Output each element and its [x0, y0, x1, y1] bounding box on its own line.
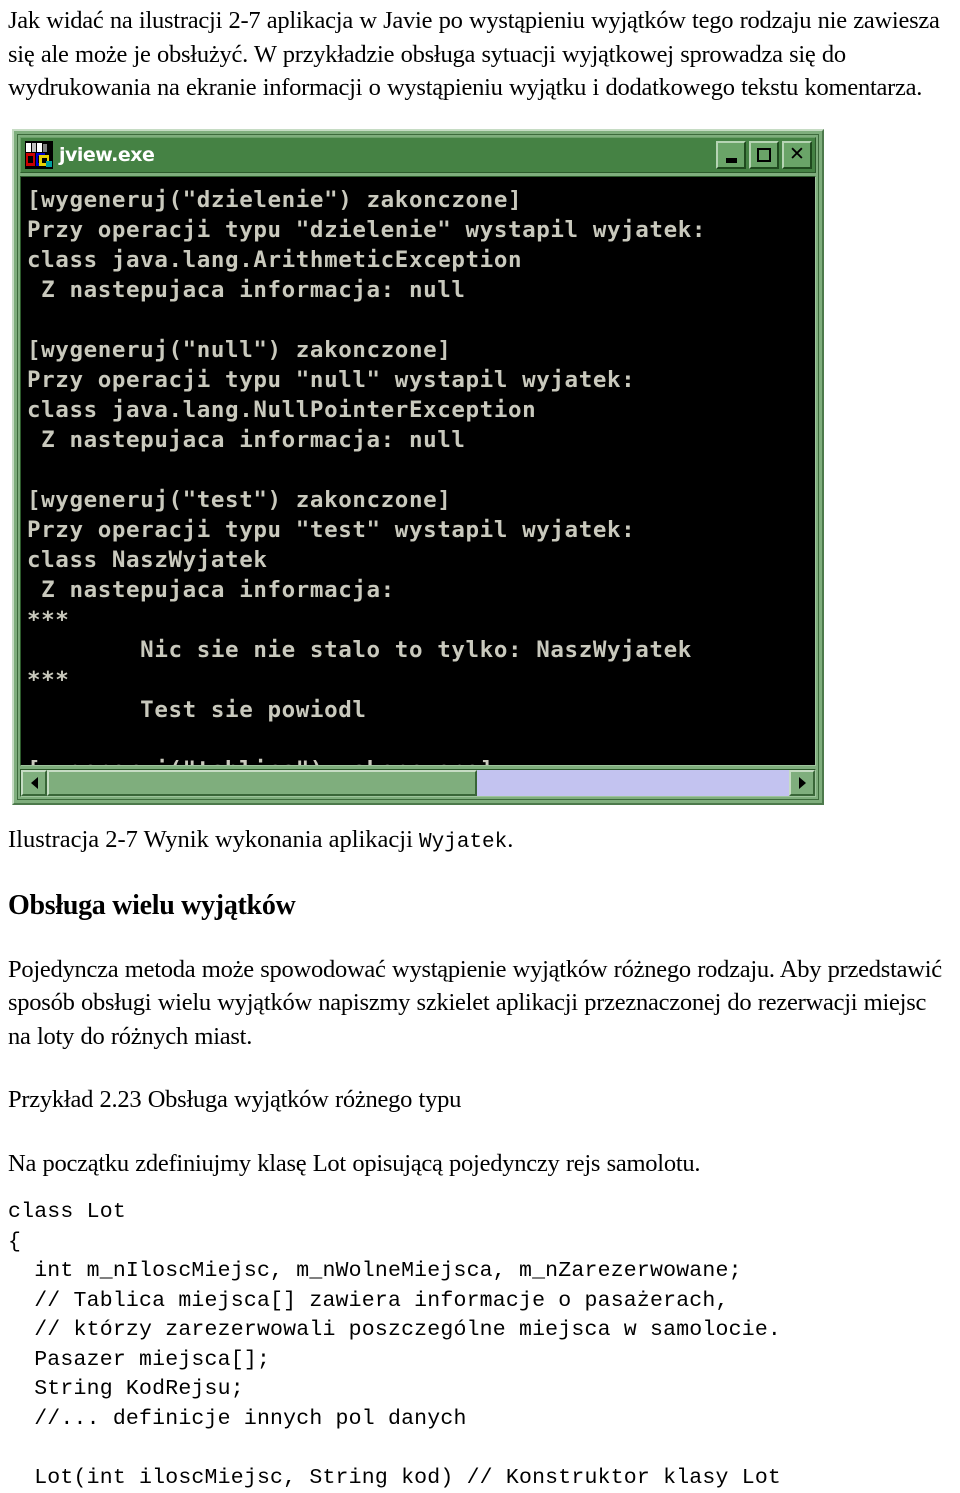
console-screen[interactable]: [wygeneruj("dzielenie") zakonczone] Przy…: [20, 175, 816, 766]
console-output-text: [wygeneruj("dzielenie") zakonczone] Przy…: [27, 186, 707, 765]
scroll-track[interactable]: [47, 769, 789, 796]
maximize-icon: [757, 147, 771, 162]
close-icon: ✕: [789, 143, 805, 165]
scroll-left-arrow-icon: [30, 776, 38, 789]
section-heading: Obsługa wielu wyjątków: [8, 889, 296, 921]
minimize-icon: [725, 157, 737, 163]
scroll-left-button[interactable]: [21, 769, 47, 796]
horizontal-scrollbar[interactable]: [20, 768, 816, 797]
horizontal-scroll-thumb[interactable]: [47, 769, 478, 796]
example-heading: Przykład 2.23 Obsługa wyjątków różnego t…: [8, 1086, 462, 1113]
intro-paragraph: Jak widać na ilustracji 2-7 aplikacja w …: [8, 7, 940, 101]
console-titlebar[interactable]: jview.exe ✕: [20, 136, 816, 173]
code-block: class Lot { int m_nIloscMiejsc, m_nWolne…: [8, 1200, 782, 1490]
console-window-inner: jview.exe ✕ [wygeneruj("dzielenie") zako…: [17, 133, 819, 800]
minimize-button[interactable]: [716, 140, 746, 169]
scroll-right-button[interactable]: [789, 769, 815, 796]
figure-caption: Ilustracja 2-7 Wynik wykonania aplikacji…: [8, 823, 946, 859]
ms-dos-app-icon: [25, 140, 53, 169]
document-page: Jak widać na ilustracji 2-7 aplikacja w …: [0, 0, 960, 1490]
figure-caption-suffix: .: [507, 825, 514, 853]
body-paragraph: Pojedyncza metoda może spowodować wystąp…: [8, 955, 942, 1050]
figure-caption-prefix: Ilustracja 2-7 Wynik wykonania aplikacji: [8, 825, 420, 853]
lead-in-paragraph: Na początku zdefiniujmy klasę Lot opisuj…: [8, 1149, 701, 1177]
maximize-button[interactable]: [749, 140, 779, 169]
scroll-right-arrow-icon: [798, 776, 806, 789]
window-controls: ✕: [716, 140, 812, 169]
console-window[interactable]: jview.exe ✕ [wygeneruj("dzielenie") zako…: [12, 128, 824, 805]
close-button[interactable]: ✕: [782, 140, 812, 169]
console-title: jview.exe: [59, 143, 155, 166]
figure-caption-class-name: Wyjatek: [419, 830, 508, 854]
